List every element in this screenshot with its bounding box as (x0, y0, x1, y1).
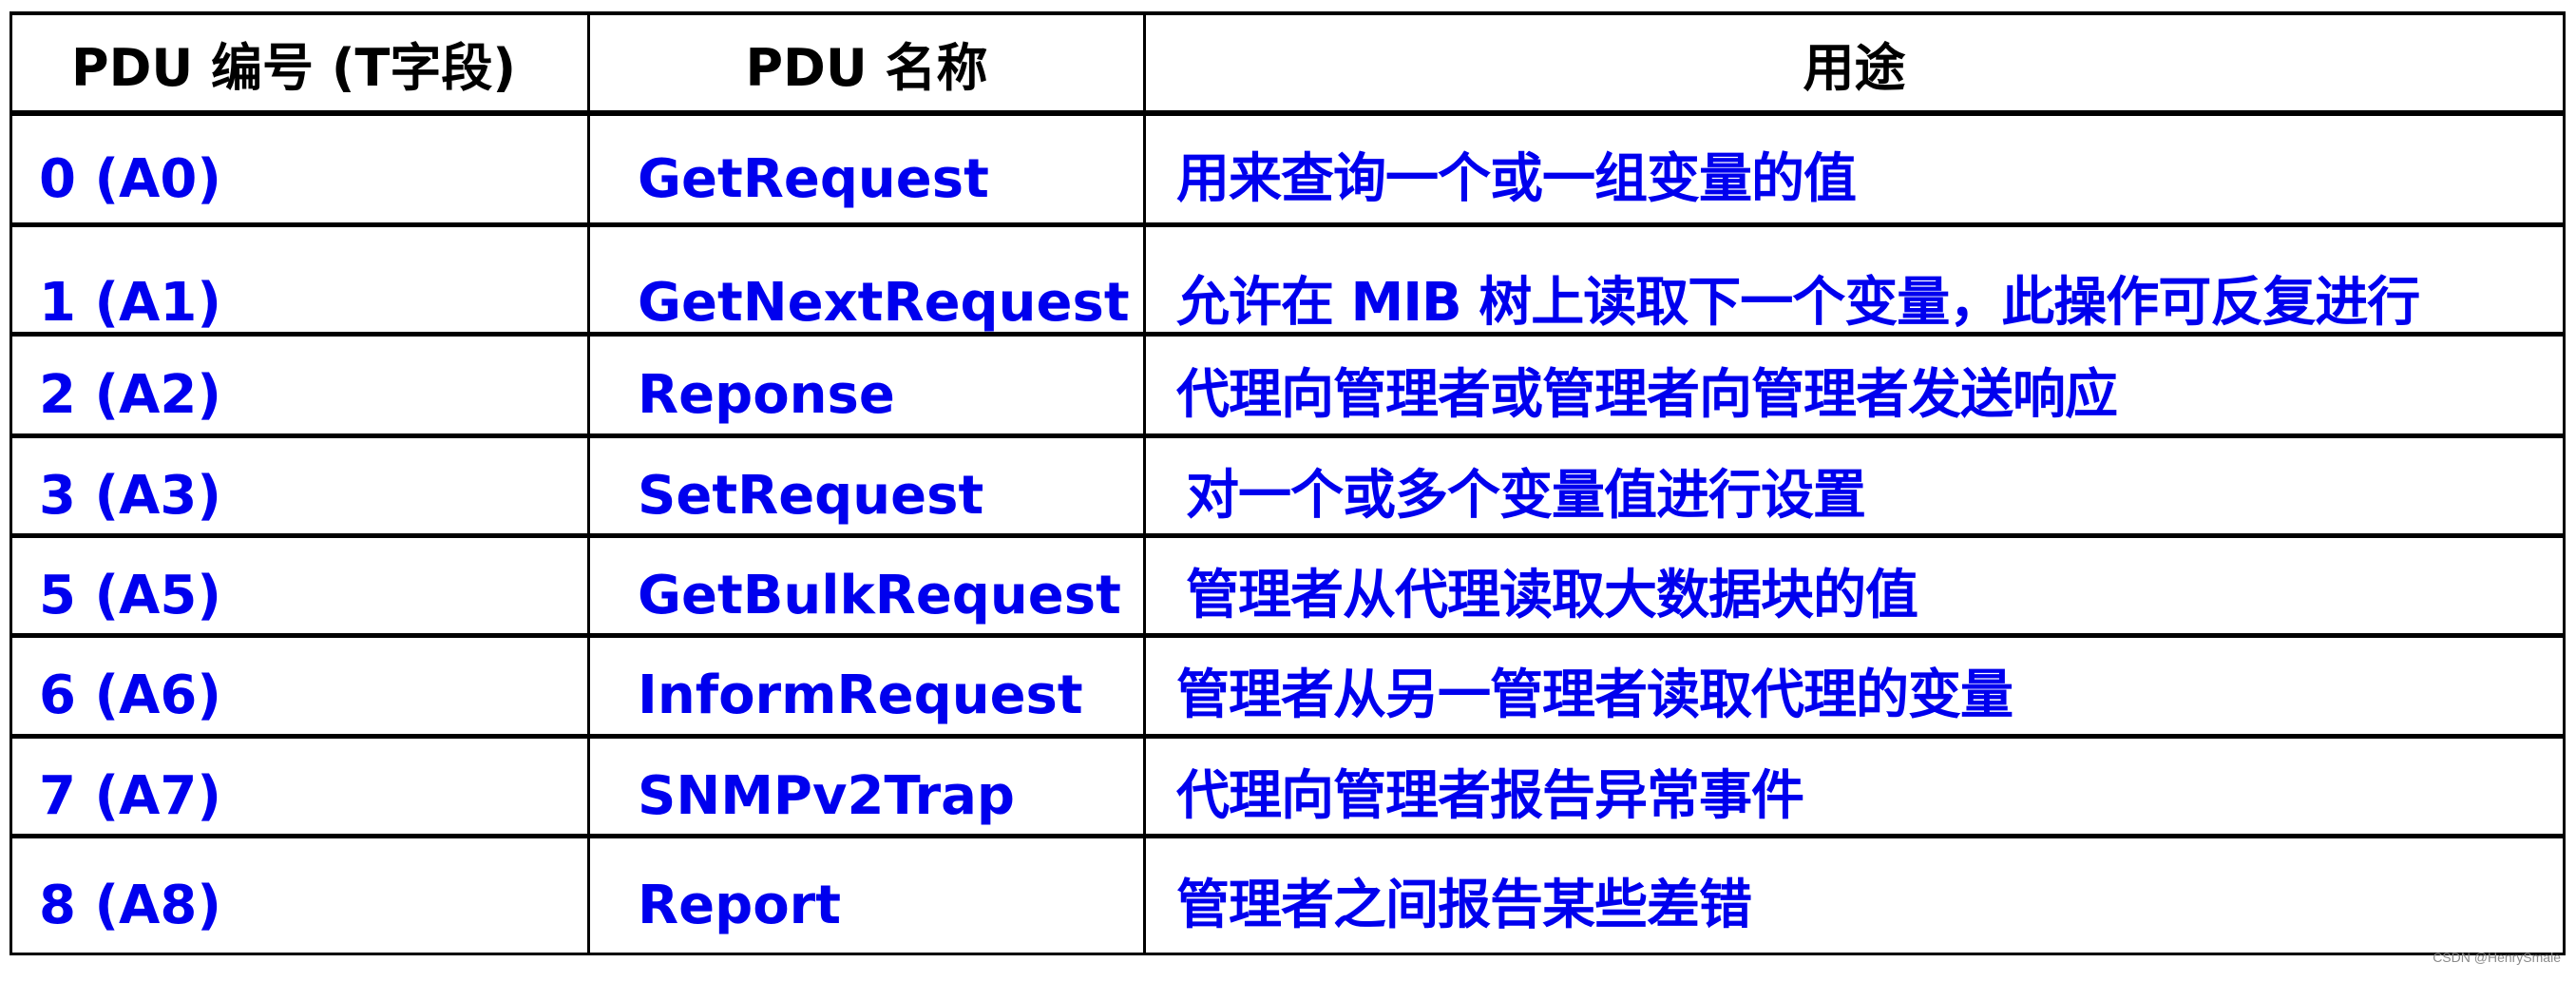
table-row: 1 (A1) GetNextRequest 允许在 MIB 树上读取下一个变量，… (10, 221, 2566, 336)
pdu-code: 5 (A5) (39, 564, 221, 626)
pdu-name: InformRequest (638, 664, 1083, 726)
pdu-purpose-cell: 管理者之间报告某些差错 (1143, 833, 2566, 955)
pdu-purpose-cell: 允许在 MIB 树上读取下一个变量，此操作可反复进行 (1143, 221, 2566, 336)
pdu-purpose: 管理者从代理读取大数据块的值 (1186, 564, 1918, 626)
pdu-code-cell: 6 (A6) (10, 632, 590, 738)
pdu-purpose: 允许在 MIB 树上读取下一个变量，此操作可反复进行 (1176, 271, 2420, 334)
pdu-purpose-cell: 代理向管理者或管理者向管理者发送响应 (1143, 331, 2566, 437)
pdu-code-cell: 8 (A8) (10, 833, 590, 955)
pdu-name-cell: GetRequest (587, 110, 1146, 226)
pdu-code: 1 (A1) (39, 271, 221, 334)
pdu-purpose: 管理者从另一管理者读取代理的变量 (1176, 664, 2013, 726)
table-row: 7 (A7) SNMPv2Trap 代理向管理者报告异常事件 (10, 733, 2566, 838)
pdu-purpose-cell: 对一个或多个变量值进行设置 (1143, 433, 2566, 537)
pdu-code: 6 (A6) (39, 664, 221, 726)
pdu-code-cell: 5 (A5) (10, 532, 590, 637)
pdu-code-cell: 0 (A0) (10, 110, 590, 226)
pdu-name: GetRequest (638, 147, 989, 210)
table-row: 5 (A5) GetBulkRequest 管理者从代理读取大数据块的值 (10, 532, 2566, 637)
table-row: 2 (A2) Reponse 代理向管理者或管理者向管理者发送响应 (10, 331, 2566, 437)
pdu-name-cell: Report (587, 833, 1146, 955)
table-row: 3 (A3) SetRequest 对一个或多个变量值进行设置 (10, 433, 2566, 537)
pdu-purpose: 管理者之间报告某些差错 (1176, 874, 1752, 936)
pdu-name-cell: GetBulkRequest (587, 532, 1146, 637)
pdu-purpose-cell: 管理者从代理读取大数据块的值 (1143, 532, 2566, 637)
pdu-code: 8 (A8) (39, 874, 221, 936)
pdu-purpose-cell: 管理者从另一管理者读取代理的变量 (1143, 632, 2566, 738)
table-header-row: PDU 编号 (T字段) PDU 名称 用途 (10, 11, 2566, 116)
pdu-name-cell: InformRequest (587, 632, 1146, 738)
pdu-purpose: 用来查询一个或一组变量的值 (1176, 147, 1857, 210)
pdu-purpose: 代理向管理者报告异常事件 (1176, 764, 1804, 827)
pdu-name: GetBulkRequest (638, 564, 1121, 626)
pdu-code-cell: 7 (A7) (10, 733, 590, 838)
pdu-name-cell: Reponse (587, 331, 1146, 437)
pdu-name: Report (638, 874, 842, 936)
header-pdu-name: PDU 名称 (587, 11, 1146, 116)
pdu-name-cell: SNMPv2Trap (587, 733, 1146, 838)
pdu-purpose: 代理向管理者或管理者向管理者发送响应 (1176, 363, 2118, 426)
pdu-name: GetNextRequest (638, 271, 1130, 334)
pdu-purpose-cell: 用来查询一个或一组变量的值 (1143, 110, 2566, 226)
pdu-code-cell: 1 (A1) (10, 221, 590, 336)
pdu-code: 0 (A0) (39, 147, 221, 210)
pdu-code: 7 (A7) (39, 764, 221, 827)
pdu-name: Reponse (638, 363, 895, 426)
pdu-code: 3 (A3) (39, 464, 221, 527)
pdu-purpose-cell: 代理向管理者报告异常事件 (1143, 733, 2566, 838)
pdu-code: 2 (A2) (39, 363, 221, 426)
pdu-name-cell: SetRequest (587, 433, 1146, 537)
header-pdu-number: PDU 编号 (T字段) (10, 11, 590, 116)
table-row: 8 (A8) Report 管理者之间报告某些差错 (10, 833, 2566, 955)
pdu-name: SNMPv2Trap (638, 764, 1015, 827)
pdu-code-cell: 2 (A2) (10, 331, 590, 437)
table-row: 6 (A6) InformRequest 管理者从另一管理者读取代理的变量 (10, 632, 2566, 738)
table-row: 0 (A0) GetRequest 用来查询一个或一组变量的值 (10, 110, 2566, 226)
pdu-code-cell: 3 (A3) (10, 433, 590, 537)
pdu-table: PDU 编号 (T字段) PDU 名称 用途 0 (A0) GetRequest… (10, 11, 2566, 955)
pdu-name: SetRequest (638, 464, 984, 527)
pdu-purpose: 对一个或多个变量值进行设置 (1186, 464, 1866, 527)
header-purpose: 用途 (1143, 11, 2566, 116)
watermark: CSDN @HenrySmale (2433, 950, 2561, 965)
pdu-name-cell: GetNextRequest (587, 221, 1146, 336)
